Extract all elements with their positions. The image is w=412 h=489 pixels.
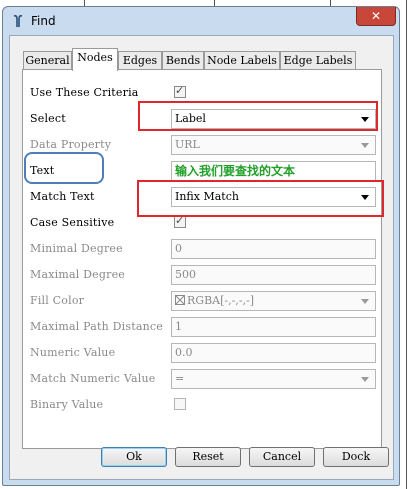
binary-value-checkbox <box>174 398 186 410</box>
title-bar[interactable]: Find ✕ <box>3 7 399 35</box>
text-input-value: 输入我们要查找的文本 <box>175 164 296 178</box>
checkmark-icon: ✓ <box>175 84 185 97</box>
tab-node-labels[interactable]: Node Labels <box>204 51 280 70</box>
chevron-down-icon <box>361 377 369 382</box>
numeric-value-label: Numeric Value <box>30 346 116 359</box>
tab-general[interactable]: General <box>23 51 72 70</box>
select-highlight <box>138 101 378 131</box>
find-dialog: Find ✕ General Nodes Edges Bends Node La… <box>2 6 400 486</box>
chevron-down-icon <box>361 299 369 304</box>
tab-edges[interactable]: Edges <box>118 51 162 70</box>
match-numeric-label: Match Numeric Value <box>30 372 156 385</box>
min-degree-label: Minimal Degree <box>30 242 123 255</box>
fill-color-dropdown: RGBA[-,-,-,-] <box>171 291 376 311</box>
numeric-value-input: 0.0 <box>171 343 376 363</box>
close-button[interactable]: ✕ <box>356 7 396 26</box>
background-right <box>398 0 412 489</box>
tab-nodes[interactable]: Nodes <box>72 48 118 71</box>
min-degree-value: 0 <box>175 242 182 255</box>
text-input[interactable]: 输入我们要查找的文本 <box>171 161 376 181</box>
max-path-value: 1 <box>175 320 182 333</box>
tab-bends[interactable]: Bends <box>162 51 204 70</box>
window-title: Find <box>31 14 56 28</box>
select-label: Select <box>30 112 66 125</box>
use-criteria-checkbox[interactable]: ✓ <box>174 84 186 98</box>
max-degree-label: Maximal Degree <box>30 268 125 281</box>
binary-value-label: Binary Value <box>30 398 104 411</box>
min-degree-input: 0 <box>171 239 376 259</box>
app-icon <box>13 15 23 27</box>
match-text-label: Match Text <box>30 190 95 203</box>
data-property-label: Data Property <box>30 138 112 151</box>
case-sensitive-checkbox[interactable]: ✓ <box>174 214 186 228</box>
ok-button[interactable]: Ok <box>101 447 167 467</box>
match-text-highlight <box>137 180 384 217</box>
max-degree-value: 500 <box>175 268 196 281</box>
chevron-down-icon <box>361 143 369 148</box>
max-path-label: Maximal Path Distance <box>30 320 163 333</box>
cancel-button[interactable]: Cancel <box>249 447 315 467</box>
numeric-value: 0.0 <box>175 346 193 359</box>
max-path-input: 1 <box>171 317 376 337</box>
use-criteria-label: Use These Criteria <box>30 86 139 99</box>
case-sensitive-label: Case Sensitive <box>30 216 115 229</box>
text-highlight <box>24 152 104 184</box>
close-icon: ✕ <box>370 9 382 23</box>
max-degree-input: 500 <box>171 265 376 285</box>
color-swatch-icon <box>175 295 185 305</box>
match-numeric-value: = <box>175 372 185 385</box>
fill-color-label: Fill Color <box>30 294 85 307</box>
reset-button[interactable]: Reset <box>175 447 241 467</box>
data-property-dropdown: URL <box>171 135 376 155</box>
match-numeric-dropdown: = <box>171 369 376 389</box>
data-property-value: URL <box>175 138 200 151</box>
tab-edge-labels[interactable]: Edge Labels <box>280 51 356 70</box>
dock-button[interactable]: Dock <box>323 447 389 467</box>
fill-color-value: RGBA[-,-,-,-] <box>187 294 255 307</box>
